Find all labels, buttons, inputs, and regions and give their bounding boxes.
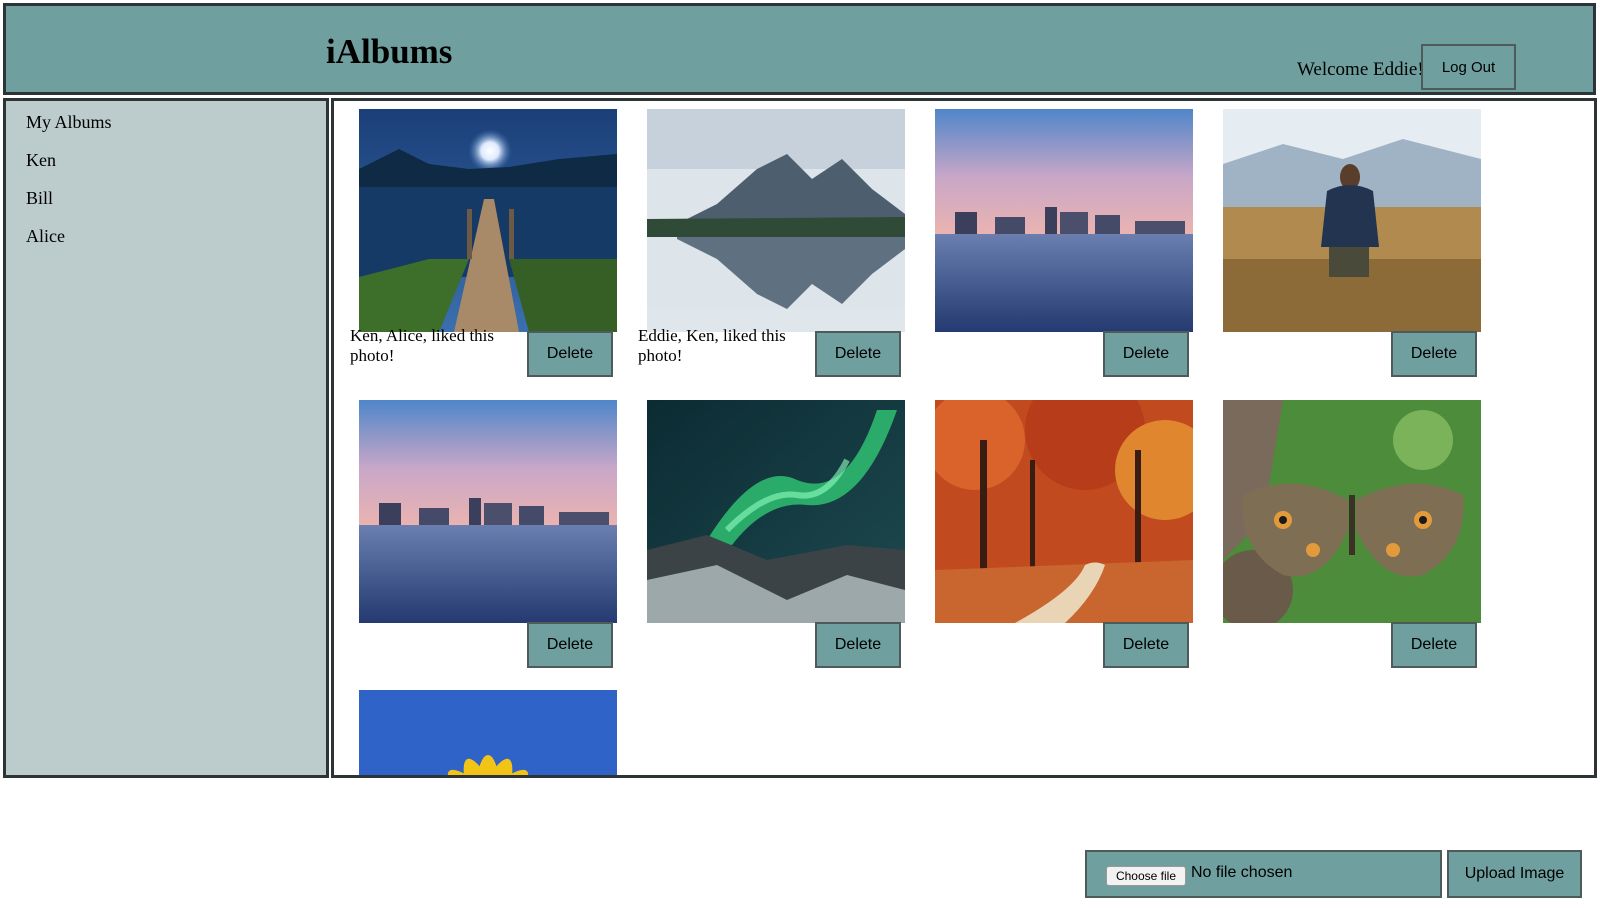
delete-button[interactable]: Delete bbox=[1391, 331, 1477, 377]
likes-caption: Ken, Alice, liked this photo! bbox=[350, 326, 495, 365]
sidebar-item-bill[interactable]: Bill bbox=[26, 185, 326, 223]
likes-caption: Eddie, Ken, liked this photo! bbox=[638, 326, 786, 365]
delete-button[interactable]: Delete bbox=[1103, 622, 1189, 668]
file-status: No file chosen bbox=[1191, 864, 1293, 881]
photo-thumbnail[interactable] bbox=[647, 109, 905, 332]
city-skyline-image bbox=[359, 400, 617, 623]
sunflower-image bbox=[359, 690, 617, 775]
file-input[interactable]: Choose file No file chosen bbox=[1085, 850, 1442, 898]
logout-button[interactable]: Log Out bbox=[1421, 44, 1516, 90]
sidebar: My Albums Ken Bill Alice bbox=[3, 98, 329, 778]
photo-thumbnail[interactable] bbox=[1223, 400, 1481, 623]
sidebar-item-ken[interactable]: Ken bbox=[26, 147, 326, 185]
city-skyline-image bbox=[935, 109, 1193, 332]
app-header: iAlbums Welcome Eddie! Log Out bbox=[3, 3, 1596, 95]
delete-button[interactable]: Delete bbox=[527, 622, 613, 668]
welcome-message: Welcome Eddie! bbox=[1297, 59, 1424, 80]
delete-button[interactable]: Delete bbox=[815, 622, 901, 668]
man-in-field-image bbox=[1223, 109, 1481, 332]
photo-thumbnail[interactable] bbox=[1223, 109, 1481, 332]
delete-button[interactable]: Delete bbox=[1391, 622, 1477, 668]
app-title: iAlbums bbox=[326, 32, 453, 71]
mountain-reflection-image bbox=[647, 109, 905, 332]
photo-thumbnail[interactable] bbox=[647, 400, 905, 623]
delete-button[interactable]: Delete bbox=[1103, 331, 1189, 377]
sidebar-item-my-albums[interactable]: My Albums bbox=[26, 109, 326, 147]
photo-gallery: Ken, Alice, liked this photo! Delete Edd… bbox=[331, 98, 1597, 778]
choose-file-button[interactable]: Choose file bbox=[1106, 866, 1186, 886]
butterfly-image bbox=[1223, 400, 1481, 623]
delete-button[interactable]: Delete bbox=[527, 331, 613, 377]
sidebar-item-alice[interactable]: Alice bbox=[26, 223, 326, 261]
delete-button[interactable]: Delete bbox=[815, 331, 901, 377]
lake-pier-image bbox=[359, 109, 617, 332]
aurora-image bbox=[647, 400, 905, 623]
photo-thumbnail[interactable] bbox=[935, 400, 1193, 623]
photo-thumbnail[interactable] bbox=[935, 109, 1193, 332]
autumn-forest-image bbox=[935, 400, 1193, 623]
photo-thumbnail[interactable] bbox=[359, 690, 617, 775]
photo-thumbnail[interactable] bbox=[359, 109, 617, 332]
photo-thumbnail[interactable] bbox=[359, 400, 617, 623]
upload-image-button[interactable]: Upload Image bbox=[1447, 850, 1582, 898]
